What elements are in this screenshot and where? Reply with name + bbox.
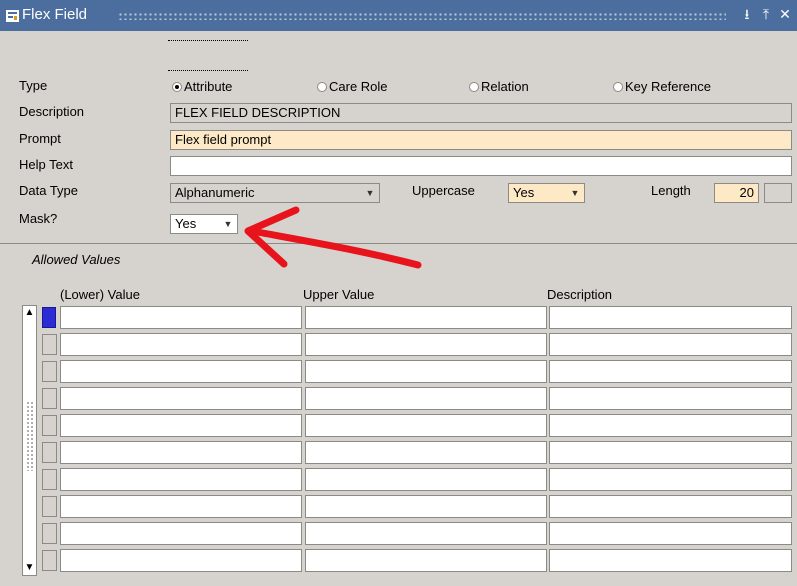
row-marker[interactable] [42,388,57,409]
description-cell[interactable] [549,549,792,572]
radio-key-reference[interactable]: Key Reference [613,79,711,95]
row-marker[interactable] [42,415,57,436]
row-marker[interactable] [42,442,57,463]
form-window-icon [6,10,19,22]
allowed-values-title: Allowed Values [32,252,121,267]
window-titlebar[interactable]: Flex Field ⭳ ⤒ ✕ [0,0,797,31]
lower-value-cell[interactable] [60,441,302,464]
row-marker[interactable] [42,550,57,571]
upper-value-cell[interactable] [305,414,547,437]
type-label: Type [19,78,48,93]
lower-value-cell[interactable] [60,522,302,545]
help-text-label: Help Text [19,157,73,172]
description-cell[interactable] [549,414,792,437]
description-cell[interactable] [549,495,792,518]
row-marker[interactable] [42,523,57,544]
upper-value-cell[interactable] [305,522,547,545]
upper-value-cell[interactable] [305,360,547,383]
prompt-field[interactable]: Flex field prompt [170,130,792,150]
lower-value-cell[interactable] [60,495,302,518]
chevron-down-icon[interactable]: ▼ [568,186,582,200]
description-cell[interactable] [549,306,792,329]
radio-attribute[interactable]: Attribute [172,79,232,95]
description-cell[interactable] [549,333,792,356]
row-marker[interactable] [42,361,57,382]
window-title: Flex Field [22,6,88,23]
description-field[interactable]: FLEX FIELD DESCRIPTION [170,103,792,123]
section-divider [0,243,797,244]
description-cell[interactable] [549,360,792,383]
length-field[interactable]: 20 [714,183,759,203]
upper-value-cell[interactable] [305,468,547,491]
chevron-down-icon[interactable]: ▼ [221,217,235,231]
upper-value-cell[interactable] [305,333,547,356]
help-text-field[interactable] [170,156,792,176]
data-type-label: Data Type [19,183,79,198]
prompt-label: Prompt [19,131,61,146]
row-marker[interactable] [42,334,57,355]
scroll-grip[interactable] [26,401,34,471]
data-type-select[interactable]: Alphanumeric ▼ [170,183,380,203]
lower-value-cell[interactable] [60,414,302,437]
length-extra-field[interactable] [764,183,792,203]
mask-select[interactable]: Yes ▼ [170,214,238,234]
radio-selected-icon [172,82,182,92]
radio-unselected-icon [613,82,623,92]
radio-unselected-icon [469,82,479,92]
lower-value-cell[interactable] [60,360,302,383]
scroll-up-icon[interactable]: ▲ [24,307,35,319]
radio-care-role[interactable]: Care Role [317,79,388,95]
maximize-icon[interactable]: ⤒ [759,6,773,22]
upper-value-cell[interactable] [305,306,547,329]
uppercase-select[interactable]: Yes ▼ [508,183,585,203]
column-header-description: Description [547,287,613,302]
minimize-icon[interactable]: ⭳ [740,6,754,22]
uppercase-label: Uppercase [412,183,475,198]
column-header-lower-value: (Lower) Value [60,287,140,302]
column-header-upper-value: Upper Value [303,287,375,302]
description-cell[interactable] [549,387,792,410]
upper-value-cell[interactable] [305,387,547,410]
lower-value-cell[interactable] [60,468,302,491]
focus-indicator [168,40,248,71]
description-cell[interactable] [549,522,792,545]
lower-value-cell[interactable] [60,549,302,572]
length-label: Length [651,183,691,198]
description-cell[interactable] [549,441,792,464]
mask-label: Mask? [19,211,58,226]
current-row-marker[interactable] [42,307,56,328]
table-scrollbar[interactable]: ▲ ▼ [22,305,37,576]
upper-value-cell[interactable] [305,495,547,518]
close-icon[interactable]: ✕ [778,6,792,22]
scroll-down-icon[interactable]: ▼ [24,562,35,574]
lower-value-cell[interactable] [60,333,302,356]
description-label: Description [19,104,85,119]
lower-value-cell[interactable] [60,387,302,410]
titlebar-texture [118,12,726,20]
lower-value-cell[interactable] [60,306,302,329]
row-marker[interactable] [42,469,57,490]
radio-unselected-icon [317,82,327,92]
radio-relation[interactable]: Relation [469,79,529,95]
row-marker[interactable] [42,496,57,517]
upper-value-cell[interactable] [305,441,547,464]
chevron-down-icon[interactable]: ▼ [363,186,377,200]
upper-value-cell[interactable] [305,549,547,572]
description-cell[interactable] [549,468,792,491]
